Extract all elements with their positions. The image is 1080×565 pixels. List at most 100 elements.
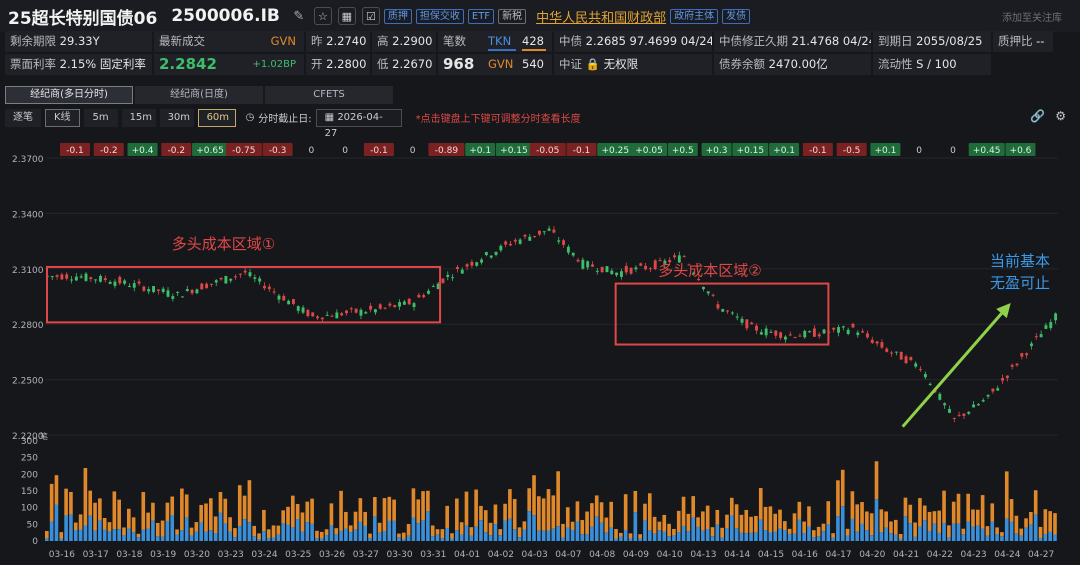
volume-bar-tkn (435, 534, 440, 541)
volume-bar-tkn (223, 523, 228, 541)
volume-bar-gvn (406, 524, 411, 536)
star-icon[interactable]: ☆ (313, 7, 332, 25)
edit-icon[interactable]: ✎ (290, 7, 308, 25)
balance-label: 债券余额 (719, 57, 765, 71)
period-30m-button[interactable]: 30m (159, 108, 194, 127)
date-picker[interactable]: ▦ 2026-04-27 (315, 108, 402, 139)
volume-bar-gvn (310, 498, 314, 524)
volume-bar-tkn (474, 526, 478, 541)
volume-bar-gvn (213, 516, 218, 534)
price-chart[interactable]: 2.37002.34002.31002.28002.25002.2200-0.1… (0, 138, 1080, 565)
tick-button[interactable]: 逐笔 (5, 108, 41, 127)
volume-bar-tkn (493, 524, 498, 541)
issuer-link[interactable]: 中华人民共和国财政部 (536, 7, 666, 26)
candle-body (354, 308, 358, 313)
volume-bar-tkn (633, 512, 638, 541)
remaining-value: 29.33Y (59, 34, 100, 48)
candle-body (730, 312, 734, 314)
change-badge-label: 0 (950, 146, 956, 156)
candle-body (682, 256, 686, 258)
period-15m-button[interactable]: 15m (121, 108, 156, 127)
volume-bar-tkn (416, 523, 421, 541)
volume-tick-label: 250 (21, 454, 38, 464)
candle-body (894, 351, 898, 353)
candle-body (185, 289, 189, 292)
candle-body (798, 335, 802, 337)
candle-body (1049, 322, 1053, 329)
volume-bar-gvn (512, 499, 517, 530)
volume-bar-tkn (855, 531, 860, 541)
volume-bar-gvn (831, 533, 835, 538)
coupon-label: 票面利率 (10, 57, 56, 71)
candle-body (861, 331, 865, 333)
volume-bar-gvn (69, 491, 73, 515)
candle-body (451, 277, 455, 279)
count-value-cell: 968 GVN 540 (438, 54, 552, 75)
candle-body (716, 304, 720, 309)
candle-body (504, 241, 508, 245)
volume-bar-gvn (315, 530, 319, 539)
remaining-label: 剩余期限 (10, 34, 56, 48)
calculator-icon[interactable]: ▦ (337, 7, 356, 25)
kline-button[interactable]: K线 (45, 108, 80, 127)
volume-bar-gvn (1043, 509, 1048, 535)
coupon-value: 2.15% (59, 57, 97, 71)
volume-bar-tkn (831, 537, 835, 541)
period-60m-button[interactable]: 60m (197, 108, 236, 127)
volume-bar-gvn (623, 494, 628, 530)
settings-icon[interactable]: ⚙ (1055, 109, 1066, 123)
high-label: 高 (377, 34, 389, 48)
candle-body (253, 277, 257, 279)
candle-body (441, 278, 445, 283)
tab-broker-daily[interactable]: 经纪商(日度) (135, 86, 263, 104)
link-icon[interactable]: 🔗 (1030, 109, 1045, 123)
candle-body (571, 252, 575, 256)
volume-bar-tkn (763, 530, 768, 541)
volume-bar-gvn (127, 508, 131, 529)
cdb-duration-value: 21.4768 04/24 (791, 34, 871, 48)
candle-body (967, 411, 971, 414)
candle-body (127, 286, 131, 288)
tab-broker-intraday[interactable]: 经纪商(多日分时) (5, 86, 133, 104)
cost-zone-2-label: 多头成本区域② (658, 262, 761, 280)
volume-bar-tkn (146, 528, 150, 541)
y-tick-label: 2.3100 (12, 266, 44, 276)
volume-bar-tkn (681, 525, 686, 541)
candle-body (1030, 343, 1033, 347)
volume-bar-tkn (942, 522, 946, 541)
remaining-cell: 剩余期限 29.33Y (5, 31, 152, 52)
volume-bar-gvn (339, 490, 343, 531)
volume-bar-tkn (551, 528, 556, 541)
volume-bar-gvn (840, 469, 845, 507)
candle-body (287, 300, 291, 305)
tag-pledge: 质押 (383, 8, 412, 24)
volume-bar-tkn (792, 533, 797, 541)
checklist-icon[interactable]: ☑ (361, 7, 380, 25)
candle-body (615, 272, 619, 276)
candle-body (1044, 325, 1048, 329)
add-watch-button[interactable]: 添加至关注库 (1002, 9, 1062, 24)
volume-bar-tkn (247, 522, 252, 541)
volume-bar-tkn (213, 533, 218, 541)
volume-bar-tkn (908, 523, 913, 541)
change-badge-label: +0.15 (500, 146, 528, 156)
volume-bar-gvn (49, 483, 54, 522)
period-5m-button[interactable]: 5m (83, 108, 118, 127)
clock-icon: ◷ (245, 112, 255, 123)
x-tick-label: 03-17 (83, 550, 109, 560)
volume-bar-tkn (961, 534, 966, 541)
volume-bar-tkn (734, 528, 739, 541)
volume-bar-tkn (643, 520, 647, 541)
candle-body (1001, 378, 1004, 381)
volume-bar-gvn (628, 533, 633, 539)
volume-bar-tkn (64, 515, 68, 541)
volume-bar-tkn (1038, 537, 1043, 541)
tab-cfets[interactable]: CFETS (265, 86, 393, 104)
candle-body (359, 309, 363, 316)
volume-bar-tkn (112, 529, 117, 541)
candle-body (132, 283, 136, 288)
volume-bar-gvn (614, 529, 618, 539)
volume-bar-gvn (218, 491, 223, 513)
volume-bar-tkn (373, 516, 377, 541)
volume-bar-gvn (131, 517, 136, 533)
